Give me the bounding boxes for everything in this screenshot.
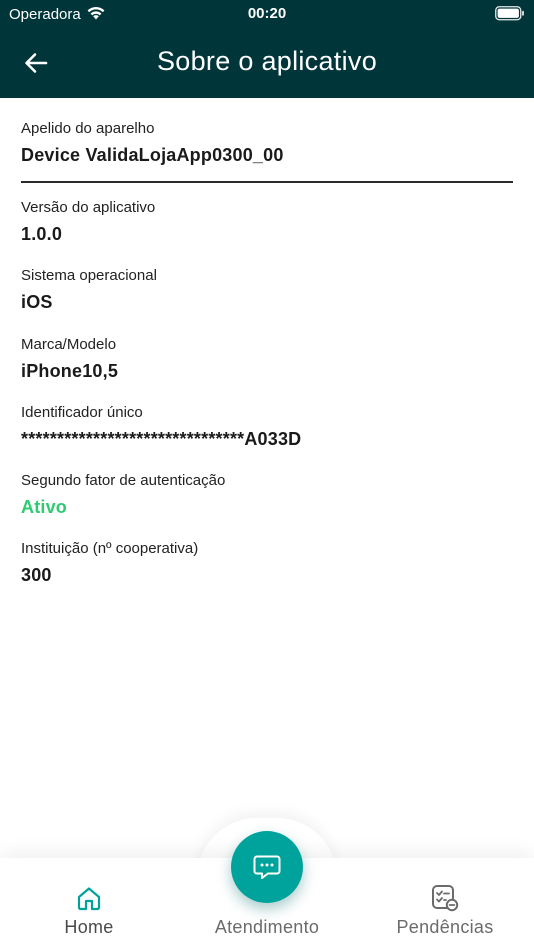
home-icon xyxy=(76,884,102,912)
chat-icon xyxy=(253,855,281,879)
nav-label-home: Home xyxy=(64,917,114,937)
page-title: Sobre o aplicativo xyxy=(156,46,378,76)
app-bar: Sobre o aplicativo xyxy=(0,28,534,98)
nav-label-pendencias: Pendências xyxy=(396,917,494,937)
pending-icon xyxy=(431,884,459,912)
field-value: *******************************A033D xyxy=(21,429,302,449)
field-label: Instituição (nº cooperativa) xyxy=(21,540,199,557)
field-value: iPhone10,5 xyxy=(21,361,119,381)
field-label: Marca/Modelo xyxy=(21,336,117,353)
field-value: Device ValidaLojaApp0300_00 xyxy=(21,145,284,165)
field-value: 300 xyxy=(21,565,52,585)
atendimento-chat-button[interactable] xyxy=(231,831,303,903)
field-institution: Instituição (nº cooperativa) 300 xyxy=(21,540,513,586)
field-two-factor-auth: Segundo fator de autenticação Ativo xyxy=(21,472,513,518)
field-label: Apelido do aparelho xyxy=(21,120,155,137)
nav-item-home[interactable]: Home xyxy=(0,858,178,950)
field-value: 1.0.0 xyxy=(21,224,63,244)
field-app-version: Versão do aplicativo 1.0.0 xyxy=(21,199,513,245)
field-value: iOS xyxy=(21,292,53,312)
field-unique-identifier: Identificador único ********************… xyxy=(21,404,513,450)
field-brand-model: Marca/Modelo iPhone10,5 xyxy=(21,336,513,382)
nav-label-atendimento: Atendimento xyxy=(214,917,320,937)
nav-item-pendencias[interactable]: Pendências xyxy=(356,858,534,950)
field-label: Versão do aplicativo xyxy=(21,199,156,216)
field-label: Sistema operacional xyxy=(21,267,157,284)
header: Operadora 00:20 Sobre o aplicativo xyxy=(0,0,534,98)
status-bar: Operadora 00:20 xyxy=(0,0,534,28)
field-device-nickname[interactable]: Apelido do aparelho Device ValidaLojaApp… xyxy=(21,120,513,166)
status-time: 00:20 xyxy=(247,5,287,22)
field-operating-system: Sistema operacional iOS xyxy=(21,267,513,313)
field-divider xyxy=(21,181,513,183)
field-label: Segundo fator de autenticação xyxy=(21,472,226,489)
app-screen: Operadora 00:20 Sobre o aplicativo Apeli… xyxy=(0,0,534,950)
status-badge: Ativo xyxy=(21,497,67,517)
field-label: Identificador único xyxy=(21,404,143,421)
battery-icon xyxy=(495,6,525,21)
